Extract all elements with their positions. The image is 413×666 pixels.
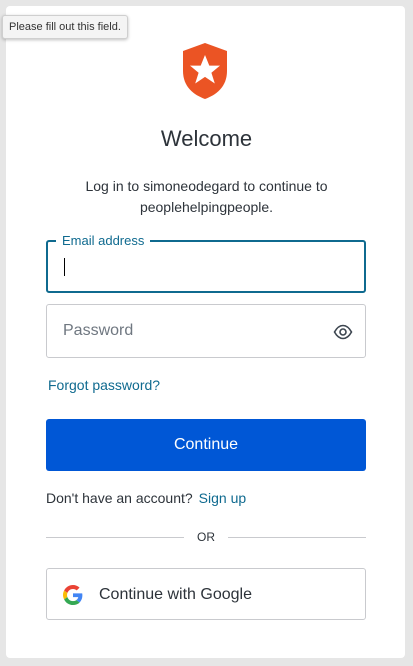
continue-with-google-button[interactable]: Continue with Google: [46, 568, 366, 620]
google-button-label: Continue with Google: [99, 586, 252, 603]
email-label: Email address: [56, 233, 151, 249]
signup-prompt: Don't have an account?: [46, 490, 193, 506]
forgot-password-link[interactable]: Forgot password?: [48, 377, 160, 393]
email-field[interactable]: Email address: [46, 233, 366, 293]
password-placeholder: Password: [63, 322, 134, 339]
validation-tooltip: Please fill out this field.: [2, 15, 128, 39]
login-description: Log in to simoneodegard to continue to p…: [85, 178, 328, 215]
eye-icon[interactable]: [333, 322, 353, 342]
page-title: Welcome: [160, 126, 253, 151]
or-divider: OR: [46, 530, 366, 544]
signup-link[interactable]: Sign up: [199, 490, 246, 506]
google-icon: [63, 585, 83, 605]
logo-icon: [180, 43, 230, 99]
password-field[interactable]: Password: [46, 304, 366, 358]
text-caret: [64, 258, 65, 276]
continue-button[interactable]: Continue: [46, 419, 366, 471]
divider-line-right: [228, 537, 366, 538]
signup-row: Don't have an account? Sign up: [46, 490, 246, 506]
